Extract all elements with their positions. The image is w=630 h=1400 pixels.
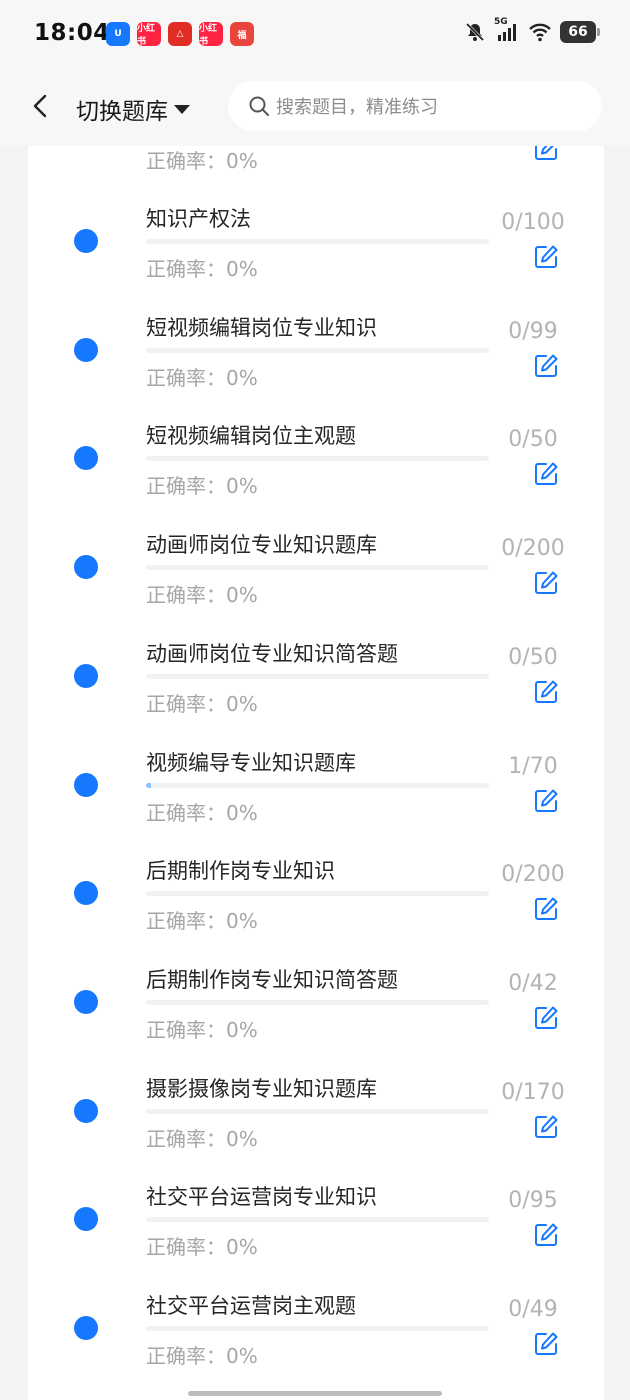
list-item[interactable]: 动画师岗位专业知识题库 正确率：0% 0/200: [28, 472, 604, 607]
status-dot: [74, 881, 98, 906]
status-dot: [74, 229, 98, 253]
bank-name: 社交平台运营岗专业知识: [146, 1185, 377, 1210]
progress-count: 0/200: [501, 862, 565, 888]
bank-name: 短视频编辑岗位专业知识: [146, 315, 377, 340]
progress-bar: [146, 999, 489, 1005]
progress-count: 0/42: [508, 970, 558, 996]
progress-bar: [146, 891, 489, 897]
wifi-icon: [529, 23, 551, 42]
back-button[interactable]: [26, 90, 58, 122]
bank-name: 社交平台运营岗主观题: [146, 1294, 356, 1318]
status-dot: [74, 1207, 98, 1232]
mute-bell-icon: [465, 22, 485, 42]
status-dot: [74, 555, 98, 580]
status-bar: 18:04 U 小红书 △ 小红书 福 5G 66: [0, 0, 630, 68]
bank-name: 知识产权法: [146, 207, 251, 231]
status-dot: [74, 989, 98, 1014]
status-dot: [74, 1316, 98, 1340]
list-item[interactable]: 后期制作岗专业知识简答题 正确率：0% 0/42: [28, 907, 604, 1042]
list-item[interactable]: 知识产权法 正确率：0% 0/100: [28, 146, 604, 281]
status-dot: [74, 337, 98, 362]
progress-bar: [146, 673, 489, 679]
accuracy-label: 正确率：0%: [146, 1344, 258, 1368]
question-bank-list: 正确率：0% 知识产权法 正确率：0% 0/100 短视频编辑岗位专业知识 正确率：0%…: [28, 146, 604, 1400]
progress-bar: [146, 1326, 489, 1331]
list-item[interactable]: 后期制作岗专业知识 正确率：0% 0/200: [28, 798, 604, 933]
status-dot: [74, 446, 98, 471]
battery-icon: 66: [560, 21, 600, 43]
red-app-icon: 福: [230, 22, 254, 46]
bank-name: 动画师岗位专业知识简答题: [146, 641, 398, 666]
progress-count: 0/200: [501, 536, 565, 562]
progress-count: 0/50: [508, 644, 558, 670]
list-item[interactable]: 短视频编辑岗位主观题 正确率：0% 0/50: [28, 363, 604, 498]
progress-count: 0/99: [508, 318, 558, 344]
progress-count: 0/49: [508, 1297, 558, 1322]
progress-count: 0/170: [501, 1079, 565, 1105]
progress-bar: [146, 456, 489, 462]
status-dot: [74, 663, 98, 688]
list-item[interactable]: 短视频编辑岗位专业知识 正确率：0% 0/99: [28, 255, 604, 390]
home-indicator: [188, 1391, 442, 1396]
bank-name: 后期制作岗专业知识: [146, 859, 335, 884]
caret-down-icon: [174, 104, 190, 114]
status-indicators: 5G 66: [464, 17, 600, 43]
switch-bank-dropdown[interactable]: 切换题库: [76, 92, 190, 126]
xiaohongshu-icon-2: 小红书: [199, 22, 223, 47]
bank-name: 后期制作岗专业知识简答题: [146, 967, 398, 992]
progress-count: 0/50: [508, 427, 558, 453]
pinduoduo-icon: △: [168, 22, 192, 46]
progress-bar: [146, 565, 489, 571]
signal-icon: 5G: [494, 17, 520, 43]
header-bar: 切换题库 搜索题目，精准练习: [0, 68, 630, 146]
list-item[interactable]: 动画师岗位专业知识简答题 正确率：0% 0/50: [28, 581, 604, 716]
bank-name: 视频编导专业知识题库: [146, 750, 356, 775]
edit-icon[interactable]: [532, 1330, 560, 1358]
chevron-left-icon: [33, 94, 47, 118]
alipay-icon: U: [106, 22, 130, 46]
list-item[interactable]: 摄影摄像岗专业知识题库 正确率：0% 0/170: [28, 1016, 604, 1151]
progress-bar: [146, 347, 489, 353]
bank-name: 动画师岗位专业知识题库: [146, 533, 377, 558]
list-item[interactable]: 视频编导专业知识题库 正确率：0% 1/70: [28, 690, 604, 825]
progress-bar: [146, 239, 489, 244]
notification-app-icons: U 小红书 △ 小红书 福: [106, 22, 254, 47]
progress-bar: [146, 1217, 489, 1223]
progress-count: 0/100: [501, 210, 565, 235]
status-dot: [74, 1098, 98, 1123]
progress-fill: [146, 782, 151, 788]
progress-bar: [146, 782, 489, 788]
network-type: 5G: [494, 17, 508, 27]
page-title: 切换题库: [76, 99, 168, 125]
progress-count: 1/70: [508, 753, 558, 779]
search-input[interactable]: 搜索题目，精准练习: [228, 81, 602, 131]
status-dot: [74, 772, 98, 797]
bank-name: 摄影摄像岗专业知识题库: [146, 1076, 377, 1101]
search-icon: [249, 96, 269, 116]
progress-count: 0/95: [508, 1188, 558, 1214]
status-time: 18:04: [34, 20, 110, 46]
bank-name: 短视频编辑岗位主观题: [146, 424, 356, 449]
list-item[interactable]: 社交平台运营岗主观题 正确率：0% 0/49: [28, 1233, 604, 1368]
list-item[interactable]: 社交平台运营岗专业知识 正确率：0% 0/95: [28, 1124, 604, 1259]
xiaohongshu-icon: 小红书: [137, 22, 161, 47]
search-placeholder: 搜索题目，精准练习: [276, 97, 438, 118]
progress-bar: [146, 1108, 489, 1114]
